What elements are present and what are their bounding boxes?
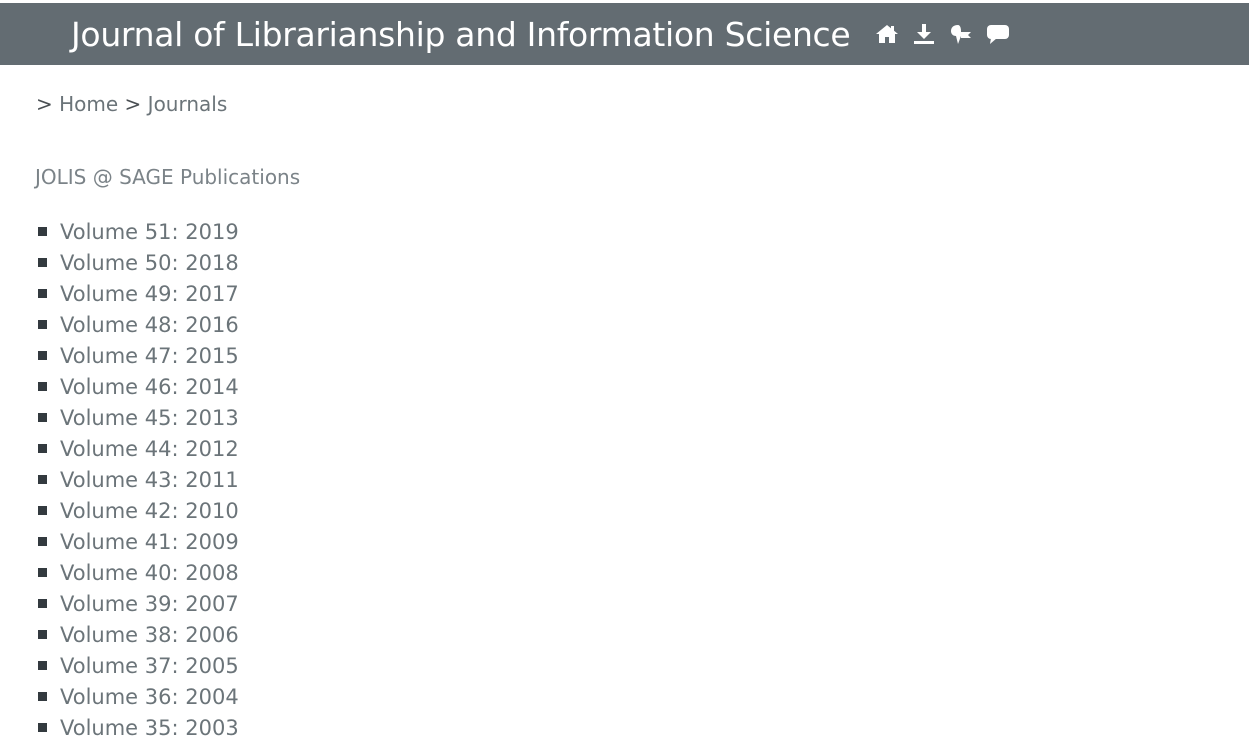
bullet [38,599,47,608]
header-icon-bar [874,21,1011,47]
publisher-link[interactable]: JOLIS @ SAGE Publications [35,165,300,189]
comment-icon[interactable] [985,21,1011,47]
volume-link[interactable]: Volume 46: 2014 [60,375,239,399]
download-icon[interactable] [911,21,937,47]
bullet [38,537,47,546]
list-item: Volume 45: 2013 [38,402,239,433]
volume-link[interactable]: Volume 36: 2004 [60,685,239,709]
list-item: Volume 43: 2011 [38,464,239,495]
volume-link[interactable]: Volume 42: 2010 [60,499,239,523]
bullet [38,630,47,639]
bullet [38,382,47,391]
list-item: Volume 39: 2007 [38,588,239,619]
list-item: Volume 50: 2018 [38,247,239,278]
breadcrumb-separator: > [36,92,53,116]
bullet [38,692,47,701]
list-item: Volume 35: 2003 [38,712,239,743]
bullet [38,568,47,577]
volume-link[interactable]: Volume 45: 2013 [60,406,239,430]
volume-link[interactable]: Volume 51: 2019 [60,220,239,244]
bullet [38,351,47,360]
bullet [38,723,47,732]
list-item: Volume 37: 2005 [38,650,239,681]
bullet [38,444,47,453]
breadcrumb: > Home > Journals [36,92,227,116]
bullet [38,413,47,422]
list-item: Volume 46: 2014 [38,371,239,402]
volume-link[interactable]: Volume 44: 2012 [60,437,239,461]
bullet [38,289,47,298]
volume-link[interactable]: Volume 37: 2005 [60,654,239,678]
site-header: Journal of Librarianship and Information… [0,3,1249,65]
bullet [38,258,47,267]
volume-link[interactable]: Volume 48: 2016 [60,313,239,337]
list-item: Volume 51: 2019 [38,216,239,247]
list-item: Volume 40: 2008 [38,557,239,588]
volume-link[interactable]: Volume 49: 2017 [60,282,239,306]
breadcrumb-separator: > [124,92,142,116]
bullet [38,320,47,329]
list-item: Volume 36: 2004 [38,681,239,712]
home-icon[interactable] [874,21,900,47]
volume-link[interactable]: Volume 40: 2008 [60,561,239,585]
volume-link[interactable]: Volume 41: 2009 [60,530,239,554]
volume-link[interactable]: Volume 47: 2015 [60,344,239,368]
volume-link[interactable]: Volume 50: 2018 [60,251,239,275]
bookmark-icon[interactable] [948,21,974,47]
volume-link[interactable]: Volume 38: 2006 [60,623,239,647]
volume-list: Volume 51: 2019 Volume 50: 2018 Volume 4… [38,216,239,743]
list-item: Volume 44: 2012 [38,433,239,464]
breadcrumb-journals-link[interactable]: Journals [148,92,228,116]
bullet [38,227,47,236]
list-item: Volume 38: 2006 [38,619,239,650]
breadcrumb-home-link[interactable]: Home [59,92,118,116]
list-item: Volume 42: 2010 [38,495,239,526]
bullet [38,661,47,670]
list-item: Volume 48: 2016 [38,309,239,340]
volume-link[interactable]: Volume 39: 2007 [60,592,239,616]
site-title: Journal of Librarianship and Information… [71,14,851,54]
list-item: Volume 47: 2015 [38,340,239,371]
list-item: Volume 49: 2017 [38,278,239,309]
volume-link[interactable]: Volume 43: 2011 [60,468,239,492]
bullet [38,506,47,515]
bullet [38,475,47,484]
list-item: Volume 41: 2009 [38,526,239,557]
